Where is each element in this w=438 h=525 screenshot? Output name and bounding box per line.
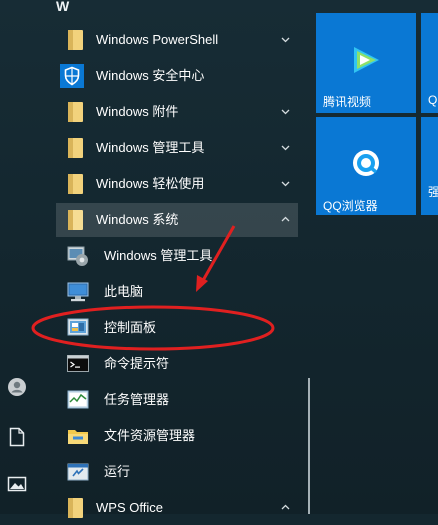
system-item-label: 文件资源管理器 [104,428,196,443]
chevron-down-icon[interactable] [281,35,290,44]
system-item-label: 任务管理器 [104,392,170,407]
letter-header[interactable]: W [56,0,69,14]
folder-icon [60,28,84,52]
app-windows-accessories[interactable]: Windows 附件 [56,95,298,129]
tile-label: QQ浏览器 [323,199,378,213]
app-windows-powershell[interactable]: Windows PowerShell [56,23,298,57]
document-icon[interactable] [6,426,28,448]
admin-tools-icon [66,244,90,268]
system-item-command-prompt[interactable]: 命令提示符 [56,347,298,381]
folder-open-icon [60,208,84,232]
system-item-task-manager[interactable]: 任务管理器 [56,383,298,417]
control-panel-icon [66,316,90,340]
app-label: Windows 安全中心 [96,68,205,83]
tile-label: Q [428,93,438,107]
app-label: Windows 管理工具 [96,140,205,155]
app-label: Windows 轻松使用 [96,176,205,191]
qq-browser-icon [353,150,379,176]
system-item-label: 命令提示符 [104,356,170,371]
tencent-video-icon [354,47,379,73]
app-label: Windows 附件 [96,104,179,119]
chevron-down-icon[interactable] [281,107,290,116]
system-item-label: 此电脑 [104,284,144,299]
system-item-label: 运行 [104,464,131,479]
tile-qq-browser[interactable]: QQ浏览器 [316,117,416,215]
chevron-up-icon[interactable] [281,215,290,224]
tile-label: 强 [428,185,438,199]
system-item-label: 控制面板 [104,320,157,335]
app-windows-admin-tools[interactable]: Windows 管理工具 [56,131,298,165]
task-manager-icon [66,388,90,412]
system-item-control-panel[interactable]: 控制面板 [56,311,298,345]
app-windows-security[interactable]: Windows 安全中心 [56,59,298,93]
chevron-down-icon[interactable] [281,143,290,152]
folder-icon [60,136,84,160]
system-item-admin-tools[interactable]: Windows 管理工具 [56,239,298,273]
app-label: Windows 系统 [96,212,179,227]
chevron-up-icon[interactable] [281,503,290,512]
tile-tencent-video[interactable]: 腾讯视频 [316,13,416,113]
left-rail [0,0,48,514]
scrollbar[interactable] [308,378,310,514]
folder-icon [60,172,84,196]
app-wps-office[interactable]: WPS Office [56,491,298,525]
shield-icon [60,64,84,88]
pictures-icon[interactable] [6,473,28,495]
app-windows-system[interactable]: Windows 系统 [56,203,298,237]
system-item-file-explorer[interactable]: 文件资源管理器 [56,419,298,453]
app-label: Windows PowerShell [96,32,219,47]
chevron-down-icon[interactable] [281,179,290,188]
run-icon [66,460,90,484]
user-icon[interactable] [6,376,28,398]
tile-qq[interactable]: Q [421,13,438,113]
system-item-run[interactable]: 运行 [56,455,298,489]
file-explorer-icon [66,424,90,448]
tile-label: 腾讯视频 [323,95,372,109]
tile-partial[interactable]: 强 [421,117,438,215]
app-label: WPS Office [96,500,163,515]
folder-icon [60,496,84,520]
folder-icon [60,100,84,124]
command-prompt-icon [66,352,90,376]
computer-icon [66,280,90,304]
system-item-label: Windows 管理工具 [104,248,213,263]
app-windows-ease-of-access[interactable]: Windows 轻松使用 [56,167,298,201]
system-item-this-pc[interactable]: 此电脑 [56,275,298,309]
